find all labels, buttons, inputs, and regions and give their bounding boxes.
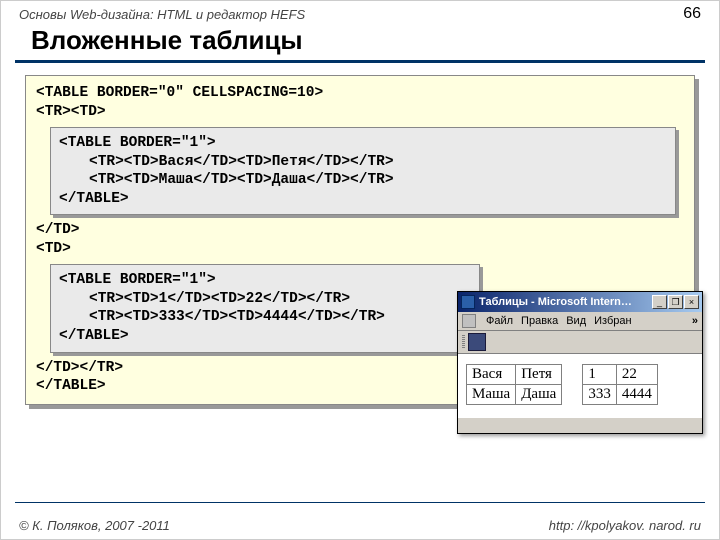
copyright: © К. Поляков, 2007 -2011 — [19, 518, 170, 533]
minimize-button[interactable]: _ — [652, 295, 667, 309]
slide-footer: © К. Поляков, 2007 -2011 http: //kpolyak… — [1, 518, 719, 533]
course-title: Основы Web-дизайна: HTML и редактор HEFS — [19, 7, 305, 22]
cell: Даша — [516, 385, 562, 405]
maximize-button[interactable]: ❐ — [668, 295, 683, 309]
table-row: Маша Даша — [467, 385, 562, 405]
inner-code-block-1: <TABLE BORDER="1"> <TR><TD>Вася</TD><TD>… — [50, 127, 676, 215]
rendered-table-1: Вася Петя Маша Даша — [466, 364, 562, 405]
inner-code-block-2: <TABLE BORDER="1"> <TR><TD>1</TD><TD>22<… — [50, 264, 480, 352]
browser-window: Таблицы - Microsoft Intern… _ ❐ × Файл П… — [457, 291, 703, 434]
ie-icon — [461, 295, 475, 309]
menu-view[interactable]: Вид — [566, 315, 586, 327]
code-line: <TABLE BORDER="1"> — [59, 134, 667, 153]
cell: Петя — [516, 365, 562, 385]
browser-statusbar — [458, 417, 702, 433]
code-line: <TABLE BORDER="1"> — [59, 271, 471, 290]
window-buttons: _ ❐ × — [652, 295, 699, 309]
code-line: </TABLE> — [59, 327, 471, 346]
code-line: <TR><TD>333</TD><TD>4444</TD></TR> — [59, 308, 471, 327]
menu-edit[interactable]: Правка — [521, 315, 558, 327]
cell: 4444 — [616, 385, 657, 405]
table-row: Вася Петя — [467, 365, 562, 385]
close-button[interactable]: × — [684, 295, 699, 309]
table-row: 1 22 — [583, 365, 658, 385]
menu-file[interactable]: Файл — [486, 315, 513, 327]
cell: Вася — [467, 365, 516, 385]
cell: 1 — [583, 365, 617, 385]
browser-title: Таблицы - Microsoft Intern… — [479, 296, 652, 308]
code-line: <TD> — [36, 240, 684, 259]
slide: Основы Web-дизайна: HTML и редактор HEFS… — [0, 0, 720, 540]
code-line: <TR><TD>Маша</TD><TD>Даша</TD></TR> — [59, 171, 667, 190]
browser-titlebar: Таблицы - Microsoft Intern… _ ❐ × — [458, 292, 702, 312]
menubar-grip-icon — [462, 314, 476, 328]
page-number: 66 — [683, 5, 701, 23]
footer-rule — [15, 502, 705, 503]
code-line: <TR><TD> — [36, 103, 684, 122]
code-line: <TABLE BORDER="0" CELLSPACING=10> — [36, 84, 684, 103]
toolbar-icon[interactable] — [468, 333, 486, 351]
browser-toolbar — [458, 331, 702, 354]
toolbar-grip-icon — [462, 335, 465, 349]
rendered-table-2: 1 22 333 4444 — [582, 364, 658, 405]
cell: 22 — [616, 365, 657, 385]
code-line: <TR><TD>1</TD><TD>22</TD></TR> — [59, 290, 471, 309]
cell: Маша — [467, 385, 516, 405]
code-line: </TD> — [36, 221, 684, 240]
code-line: </TABLE> — [59, 190, 667, 209]
browser-menubar: Файл Правка Вид Избран » — [458, 312, 702, 331]
footer-url: http: //kpolyakov. narod. ru — [549, 518, 701, 533]
menu-favorites[interactable]: Избран — [594, 315, 631, 327]
slide-title: Вложенные таблицы — [1, 25, 719, 60]
table-row: 333 4444 — [583, 385, 658, 405]
code-line: <TR><TD>Вася</TD><TD>Петя</TD></TR> — [59, 153, 667, 172]
browser-client-area: Вася Петя Маша Даша 1 22 333 4444 — [458, 354, 702, 417]
title-rule — [15, 60, 705, 63]
menu-more[interactable]: » — [692, 315, 698, 327]
slide-header: Основы Web-дизайна: HTML и редактор HEFS… — [1, 1, 719, 25]
cell: 333 — [583, 385, 617, 405]
